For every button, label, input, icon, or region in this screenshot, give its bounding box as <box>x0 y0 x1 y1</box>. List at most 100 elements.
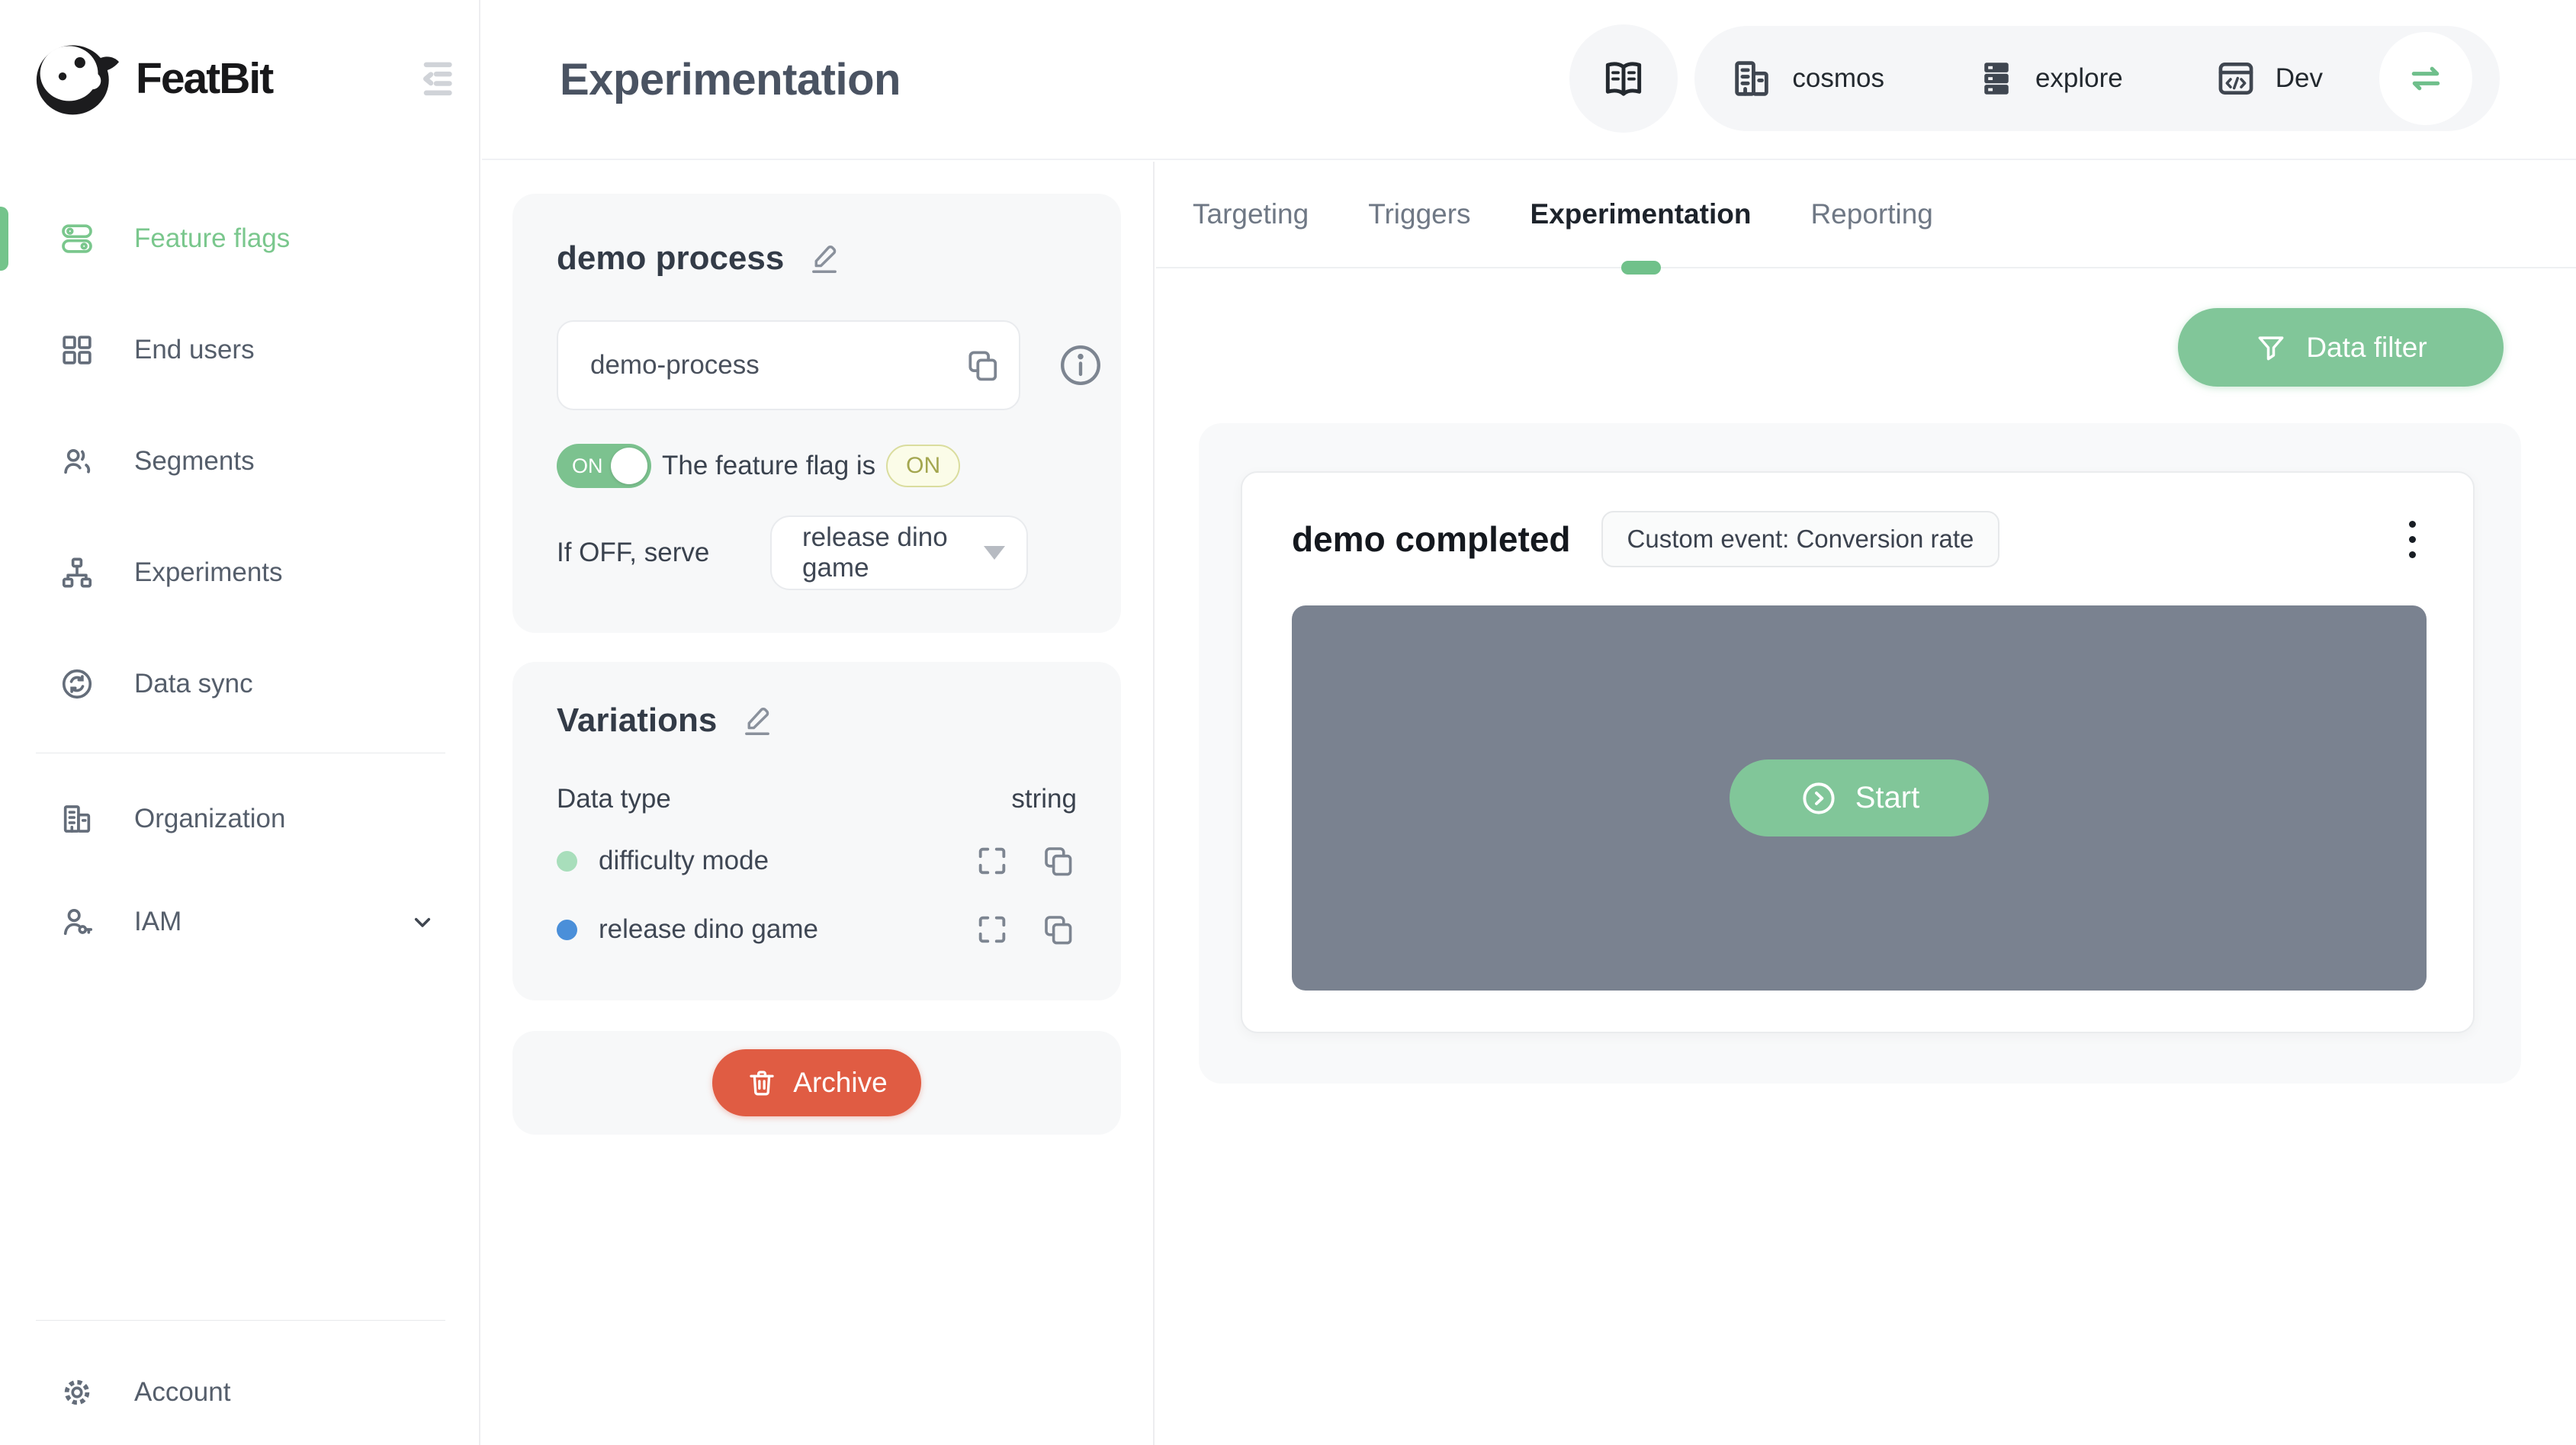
sidebar-item-feature-flags[interactable]: Feature flags <box>0 183 479 294</box>
data-filter-button[interactable]: Data filter <box>2178 308 2504 387</box>
tab-triggers[interactable]: Triggers <box>1368 162 1470 267</box>
off-serve-value: release dino game <box>802 522 948 583</box>
feature-flags-icon <box>58 220 96 257</box>
page-title: Experimentation <box>560 54 901 104</box>
sidebar-item-data-sync[interactable]: Data sync <box>0 628 479 740</box>
variation-name: difficulty mode <box>599 846 769 875</box>
main-area: Experimentation cosmos explore Dev demo … <box>482 0 2576 1445</box>
copy-icon <box>1040 911 1077 948</box>
sidebar-item-iam[interactable]: IAM <box>0 870 479 973</box>
flag-status-text: The feature flag is <box>662 451 876 480</box>
active-tab-indicator <box>1620 261 1661 275</box>
edit-flag-name-button[interactable] <box>807 241 842 276</box>
caret-down-icon <box>984 546 1005 560</box>
sidebar-item-account[interactable]: Account <box>0 1341 479 1443</box>
code-window-icon <box>2215 57 2257 100</box>
copy-flag-key-button[interactable] <box>964 346 1002 384</box>
data-filter-label: Data filter <box>2306 331 2427 363</box>
project-selector[interactable]: cosmos <box>1730 56 1884 101</box>
stack-icon <box>1976 58 2017 99</box>
workspace-name: explore <box>2035 63 2123 93</box>
expand-icon <box>975 843 1010 878</box>
flag-key-info-button[interactable] <box>1057 342 1104 389</box>
environment-selector[interactable]: Dev <box>2215 57 2323 100</box>
header-actions: cosmos explore Dev <box>1569 24 2500 133</box>
flag-name: demo process <box>557 239 785 277</box>
experiment-menu-button[interactable] <box>2401 513 2423 566</box>
sidebar-item-end-users[interactable]: End users <box>0 294 479 406</box>
variation-row: release dino game <box>557 907 1077 952</box>
active-item-indicator <box>0 207 8 271</box>
logo-row: FeatBit <box>0 0 479 127</box>
tab-targeting[interactable]: Targeting <box>1193 162 1309 267</box>
workspace-selector[interactable]: explore <box>1976 58 2123 99</box>
expand-icon <box>975 912 1010 947</box>
variation-color-dot <box>557 919 577 940</box>
filter-row: Data filter <box>1156 268 2576 387</box>
organization-icon <box>58 801 96 837</box>
archive-button[interactable]: Archive <box>712 1049 921 1116</box>
workspace-switcher: cosmos explore Dev <box>1694 26 2500 131</box>
sidebar-item-label: Segments <box>134 446 255 476</box>
start-experiment-button[interactable]: Start <box>1730 759 1989 836</box>
pencil-icon <box>740 703 775 738</box>
variation-name: release dino game <box>599 914 818 944</box>
sidebar-item-label: Feature flags <box>134 223 291 253</box>
data-type-label: Data type <box>557 784 671 814</box>
start-button-label: Start <box>1855 781 1920 814</box>
variation-color-dot <box>557 850 577 872</box>
expand-variation-button[interactable] <box>975 912 1010 947</box>
feature-flag-toggle[interactable]: ON <box>557 444 651 488</box>
page-header: Experimentation cosmos explore Dev <box>482 0 2576 160</box>
experiment-card: demo completed Custom event: Conversion … <box>1241 471 2475 1033</box>
circle-play-icon <box>1799 779 1839 818</box>
tab-label: Experimentation <box>1530 198 1752 230</box>
kebab-dot <box>2409 551 2416 558</box>
end-users-icon <box>58 332 96 368</box>
copy-variation-button[interactable] <box>1040 911 1077 948</box>
experiment-card-header: demo completed Custom event: Conversion … <box>1292 473 2423 605</box>
flag-content-panel: Targeting Triggers Experimentation Repor… <box>1156 162 2576 1445</box>
sidebar-item-organization[interactable]: Organization <box>0 767 479 870</box>
sidebar-collapse-button[interactable] <box>415 55 461 101</box>
variations-title: Variations <box>557 702 718 739</box>
sidebar-item-label: IAM <box>134 906 182 936</box>
switch-environment-button[interactable] <box>2379 32 2472 125</box>
documentation-button[interactable] <box>1569 24 1678 133</box>
pencil-icon <box>807 241 842 276</box>
sidebar-secondary-nav: Organization IAM <box>0 767 479 973</box>
copy-variation-button[interactable] <box>1040 843 1077 879</box>
flag-detail-panel: demo process demo-process ON The feature… <box>482 162 1155 1445</box>
tab-reporting[interactable]: Reporting <box>1810 162 1932 267</box>
tab-experimentation[interactable]: Experimentation <box>1530 162 1752 275</box>
brand-name: FeatBit <box>136 54 274 103</box>
expand-variation-button[interactable] <box>975 843 1010 878</box>
off-serve-label: If OFF, serve <box>557 538 710 567</box>
edit-variations-button[interactable] <box>740 703 775 738</box>
experiment-metric-badge: Custom event: Conversion rate <box>1601 511 2000 567</box>
sidebar-item-label: Data sync <box>134 669 253 698</box>
sidebar-item-label: End users <box>134 335 255 364</box>
off-serve-select[interactable]: release dino game <box>770 515 1028 590</box>
collapse-sidebar-icon <box>415 56 461 100</box>
variation-row: difficulty mode <box>557 839 1077 883</box>
sidebar-item-segments[interactable]: Segments <box>0 406 479 517</box>
segments-icon <box>58 443 96 480</box>
iam-icon <box>58 904 96 940</box>
sidebar-item-experiments[interactable]: Experiments <box>0 517 479 628</box>
sidebar-divider <box>36 1320 445 1321</box>
experiment-title: demo completed <box>1292 519 1571 559</box>
trash-icon <box>746 1067 778 1099</box>
kebab-dot <box>2409 520 2416 528</box>
experiment-results-placeholder: Start <box>1292 605 2427 991</box>
building-icon <box>1730 56 1774 101</box>
flag-summary-card: demo process demo-process ON The feature… <box>512 194 1121 633</box>
flag-key-input[interactable] <box>557 320 1020 410</box>
sidebar: FeatBit Feature flags End users Segments… <box>0 0 480 1445</box>
copy-icon <box>1040 843 1077 879</box>
sidebar-item-label: Organization <box>134 803 286 833</box>
environment-name: Dev <box>2275 63 2323 93</box>
info-icon <box>1057 342 1104 389</box>
sidebar-item-label: Experiments <box>134 557 283 587</box>
